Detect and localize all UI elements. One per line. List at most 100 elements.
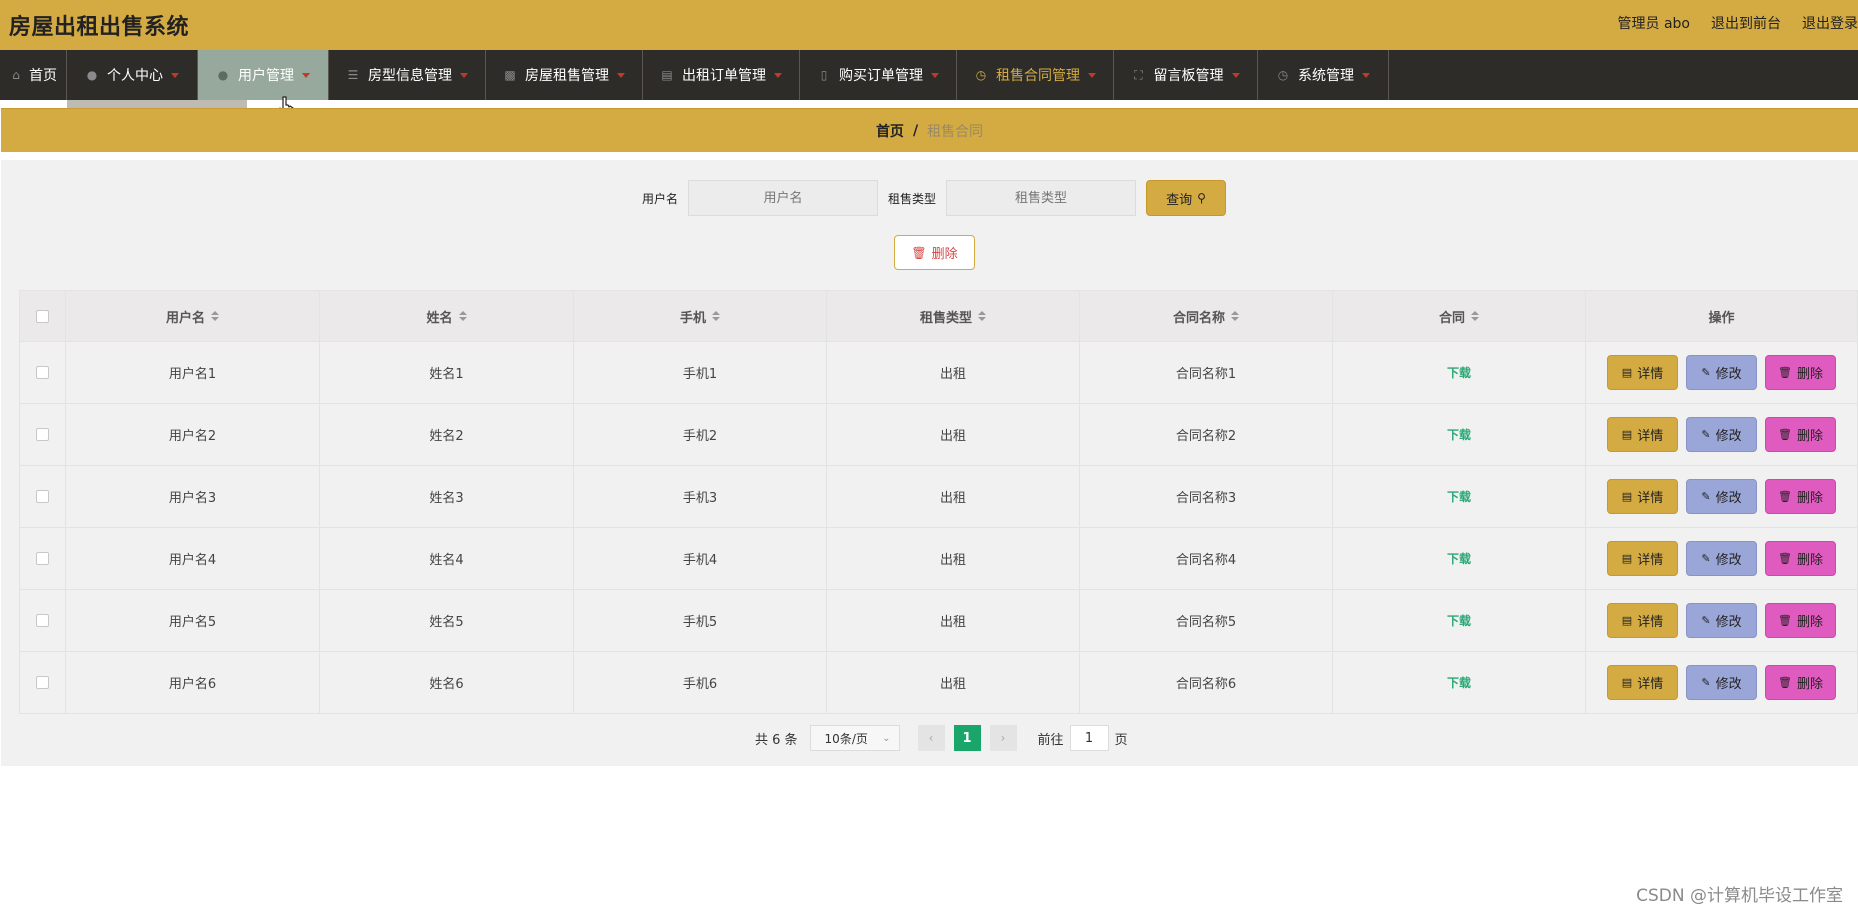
- download-link[interactable]: 下载: [1447, 550, 1471, 567]
- row-actions: ▤ 详情 ✎ 修改 🗑 删除: [1607, 479, 1836, 514]
- row-checkbox[interactable]: [36, 490, 49, 503]
- chevron-down-icon: [931, 72, 939, 78]
- breadcrumb-home[interactable]: 首页: [876, 121, 904, 141]
- nav-item-rent-order[interactable]: ▤ 出租订单管理: [643, 50, 800, 100]
- delete-button[interactable]: 🗑 删除: [1765, 603, 1836, 638]
- edit-button-label: 修改: [1715, 367, 1742, 382]
- sort-icon[interactable]: [211, 311, 219, 321]
- detail-button[interactable]: ▤ 详情: [1607, 479, 1678, 514]
- edit-button[interactable]: ✎ 修改: [1686, 417, 1757, 452]
- edit-button[interactable]: ✎ 修改: [1686, 541, 1757, 576]
- batch-delete-button[interactable]: 🗑 删除: [894, 235, 975, 270]
- type-input[interactable]: [946, 180, 1137, 216]
- nav-item-room-type[interactable]: ☰ 房型信息管理: [329, 50, 486, 100]
- column-header-actions: 操作: [1586, 291, 1858, 342]
- delete-button[interactable]: 🗑 删除: [1765, 355, 1836, 390]
- detail-button[interactable]: ▤ 详情: [1607, 541, 1678, 576]
- column-header-contract[interactable]: 合同: [1333, 291, 1586, 342]
- cell-username-text: 用户名6: [168, 677, 217, 692]
- detail-button[interactable]: ▤ 详情: [1607, 665, 1678, 700]
- nav-item-profile[interactable]: ● 个人中心: [67, 50, 198, 100]
- next-page-button[interactable]: ›: [989, 725, 1017, 751]
- sort-icon[interactable]: [458, 311, 467, 321]
- row-checkbox[interactable]: [36, 552, 49, 565]
- nav-item-home[interactable]: ⌂ 首页: [0, 50, 67, 100]
- batch-delete-label: 删除: [931, 247, 958, 262]
- nav-item-purchase-order[interactable]: ▯ 购买订单管理: [800, 50, 957, 100]
- row-checkbox[interactable]: [36, 428, 49, 441]
- edit-button[interactable]: ✎ 修改: [1686, 603, 1757, 638]
- nav-item-message-board[interactable]: ⛶ 留言板管理: [1114, 50, 1258, 100]
- table-header-row: 用户名 姓名 手机 租售类型 合同名称 合同 操作: [20, 291, 1858, 342]
- table-row: 用户名3 姓名3 手机3 出租 合同名称3 下载 ▤ 详情 ✎ 修改 🗑 删除: [20, 466, 1858, 528]
- cell-type-text: 出租: [939, 553, 966, 568]
- trash-icon: 🗑: [1778, 366, 1792, 379]
- row-checkbox[interactable]: [36, 614, 49, 627]
- detail-button[interactable]: ▤ 详情: [1607, 355, 1678, 390]
- cell-username: 用户名6: [66, 652, 320, 714]
- row-checkbox[interactable]: [36, 676, 49, 689]
- detail-button[interactable]: ▤ 详情: [1607, 417, 1678, 452]
- fullscreen-icon: ⛶: [1134, 67, 1143, 82]
- cell-phone: 手机4: [574, 528, 827, 590]
- page-suffix: 页: [1114, 732, 1128, 748]
- nav-item-contract[interactable]: ◷ 租售合同管理: [957, 50, 1114, 100]
- cell-contract: 下载: [1333, 528, 1586, 590]
- download-link[interactable]: 下载: [1447, 612, 1471, 629]
- goto-page-input[interactable]: 1: [1069, 725, 1109, 751]
- column-header-contract-name[interactable]: 合同名称: [1080, 291, 1333, 342]
- download-link[interactable]: 下载: [1447, 364, 1471, 381]
- edit-button[interactable]: ✎ 修改: [1686, 479, 1757, 514]
- delete-button[interactable]: 🗑 删除: [1765, 541, 1836, 576]
- select-all-checkbox[interactable]: [36, 309, 49, 323]
- delete-button-label: 删除: [1796, 615, 1823, 630]
- cell-username-text: 用户名1: [168, 367, 217, 382]
- row-checkbox[interactable]: [36, 366, 49, 379]
- download-link[interactable]: 下载: [1447, 674, 1471, 691]
- chevron-right-icon: ›: [1000, 731, 1006, 745]
- column-header-name[interactable]: 姓名: [320, 291, 574, 342]
- main-nav: ⌂ 首页 ● 个人中心 ● 用户管理 ☰ 房型信息管理 ▩ 房屋租售管理 ▤ 出…: [0, 50, 1858, 100]
- edit-button[interactable]: ✎ 修改: [1686, 355, 1757, 390]
- page-size-select[interactable]: 10条/页 ⌄: [809, 725, 900, 751]
- sort-icon[interactable]: [1471, 311, 1479, 321]
- nav-item-label: 用户管理: [238, 68, 294, 84]
- page-number-current[interactable]: 1: [953, 725, 981, 751]
- row-select-cell: [20, 528, 66, 590]
- sort-icon[interactable]: [1231, 311, 1239, 321]
- nav-item-label: 出租订单管理: [682, 68, 766, 84]
- delete-button[interactable]: 🗑 删除: [1765, 665, 1836, 700]
- cell-contract-name-text: 合同名称4: [1175, 553, 1237, 568]
- logout-link[interactable]: 退出登录: [1802, 13, 1858, 33]
- sort-icon[interactable]: [712, 311, 720, 321]
- cell-name: 姓名5: [320, 590, 574, 652]
- edit-button[interactable]: ✎ 修改: [1686, 665, 1757, 700]
- edit-button-label: 修改: [1715, 677, 1742, 692]
- table-row: 用户名4 姓名4 手机4 出租 合同名称4 下载 ▤ 详情 ✎ 修改 🗑 删除: [20, 528, 1858, 590]
- nav-item-user-management[interactable]: ● 用户管理: [198, 50, 329, 100]
- sort-icon[interactable]: [978, 311, 986, 321]
- column-header-type[interactable]: 租售类型: [827, 291, 1080, 342]
- detail-button[interactable]: ▤ 详情: [1607, 603, 1678, 638]
- download-link[interactable]: 下载: [1447, 488, 1471, 505]
- column-header-phone[interactable]: 手机: [574, 291, 827, 342]
- download-link[interactable]: 下载: [1447, 426, 1471, 443]
- top-header: 房屋出租出售系统 管理员 abo 退出到前台 退出登录: [0, 0, 1858, 50]
- delete-button[interactable]: 🗑 删除: [1765, 479, 1836, 514]
- trash-icon: 🗑: [911, 245, 927, 260]
- username-input[interactable]: [688, 180, 879, 216]
- prev-page-button[interactable]: ‹: [917, 725, 945, 751]
- nav-item-system[interactable]: ◷ 系统管理: [1258, 50, 1389, 100]
- table-body: 用户名1 姓名1 手机1 出租 合同名称1 下载 ▤ 详情 ✎ 修改 🗑 删除 用户名2 姓名2 手机2 出租…: [20, 342, 1858, 714]
- query-button-label: 查询: [1166, 192, 1193, 208]
- clock-icon: ◷: [1277, 68, 1289, 82]
- query-button[interactable]: 查询 ⚲: [1146, 180, 1227, 216]
- cell-phone: 手机5: [574, 590, 827, 652]
- cell-contract-name: 合同名称3: [1080, 466, 1333, 528]
- column-header-username[interactable]: 用户名: [66, 291, 320, 342]
- cell-contract-name: 合同名称1: [1080, 342, 1333, 404]
- delete-button[interactable]: 🗑 删除: [1765, 417, 1836, 452]
- back-to-front-link[interactable]: 退出到前台: [1711, 13, 1781, 33]
- cell-actions: ▤ 详情 ✎ 修改 🗑 删除: [1586, 342, 1858, 404]
- nav-item-house-sale[interactable]: ▩ 房屋租售管理: [486, 50, 643, 100]
